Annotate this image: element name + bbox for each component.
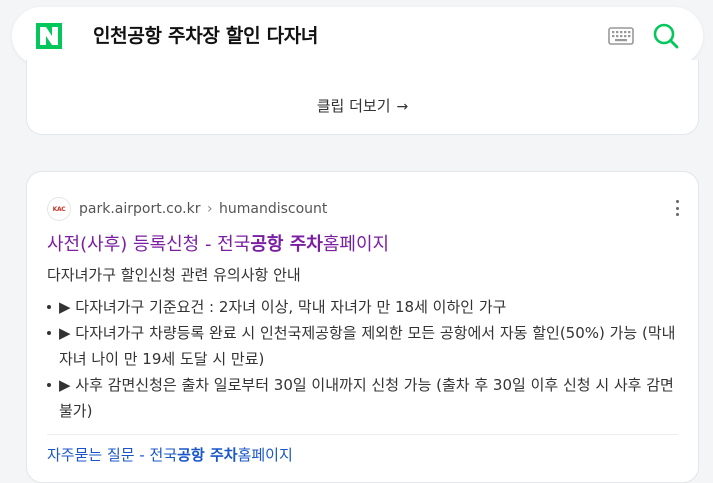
site-path: humandiscount (219, 201, 328, 217)
more-clips-label: 클립 더보기 (316, 97, 391, 115)
more-clips-button[interactable]: 클립 더보기 → (27, 96, 698, 117)
naver-logo-icon[interactable] (36, 23, 62, 49)
result-bullet-list: ▶ 다자녀가구 기준요건 : 2자녀 이상, 막내 자녀가 만 18세 이하인 … (47, 294, 687, 424)
clip-card: 클립 더보기 → (26, 60, 699, 135)
title-part: 홈페이지 (322, 234, 390, 255)
list-item: ▶ 사후 감면신청은 출차 일로부터 30일 이내까지 신청 가능 (출차 후 … (47, 372, 687, 424)
sublink-part: 자주묻는 질문 - 전국 (47, 446, 178, 464)
result-title-link[interactable]: 사전(사후) 등록신청 - 전국공항 주차홈페이지 (47, 232, 389, 258)
list-item: ▶ 다자녀가구 기준요건 : 2자녀 이상, 막내 자녀가 만 18세 이하인 … (47, 294, 687, 320)
title-part: 사전(사후) 등록신청 - 전국 (47, 234, 251, 255)
keyboard-icon[interactable] (608, 27, 634, 45)
faq-sublink[interactable]: 자주묻는 질문 - 전국공항 주차홈페이지 (47, 444, 293, 466)
list-item: ▶ 다자녀가구 차량등록 완료 시 인천국제공항을 제외한 모든 공항에서 자동… (47, 320, 687, 372)
result-description: 다자녀가구 할인신청 관련 유의사항 안내 (47, 266, 301, 284)
breadcrumb-separator: › (206, 201, 213, 217)
site-domain: park.airport.co.kr (79, 201, 201, 217)
site-url: park.airport.co.kr › humandiscount (79, 199, 327, 219)
divider (47, 434, 678, 435)
more-options-icon[interactable] (672, 198, 682, 218)
sublink-highlight: 공항 주차 (177, 446, 238, 464)
search-icon[interactable] (652, 22, 680, 50)
site-source[interactable]: KAC park.airport.co.kr › humandiscount (47, 197, 327, 221)
search-query-input[interactable]: 인천공항 주차장 할인 다자녀 (93, 23, 318, 49)
sublink-part: 홈페이지 (237, 446, 293, 464)
search-result-card: KAC park.airport.co.kr › humandiscount 사… (26, 171, 699, 483)
title-highlight: 공항 주차 (250, 234, 323, 255)
arrow-right-icon: → (396, 99, 409, 115)
site-favicon-icon: KAC (47, 197, 71, 221)
search-bar: 인천공항 주차장 할인 다자녀 (12, 7, 703, 65)
